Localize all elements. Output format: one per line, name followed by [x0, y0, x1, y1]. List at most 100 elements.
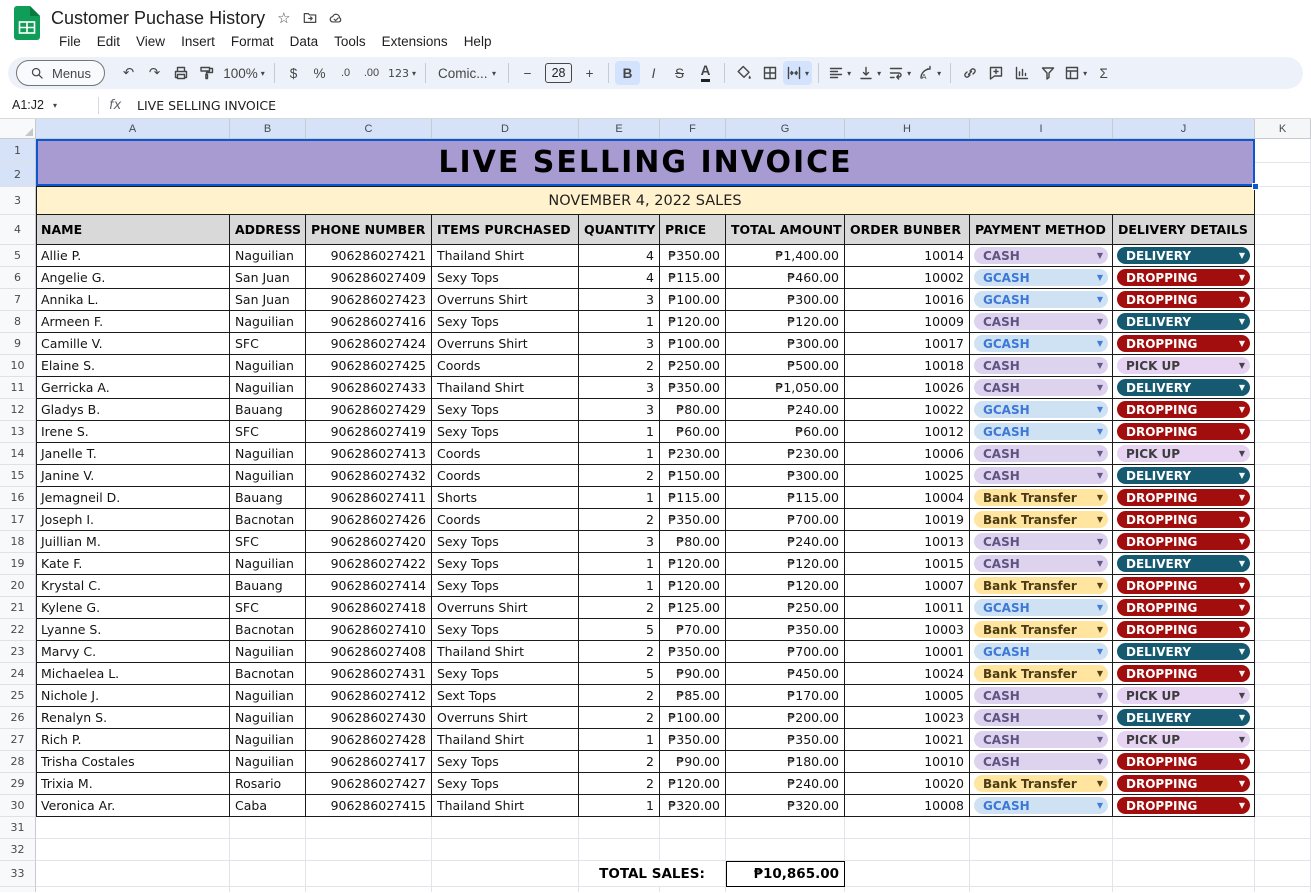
cell-B32[interactable] — [230, 839, 306, 861]
cell-C32[interactable] — [306, 839, 432, 861]
delivery-chip[interactable]: DELIVERY ▼ — [1117, 313, 1250, 330]
cell-total-amount[interactable]: ₱170.00 — [726, 685, 845, 707]
number-format-button[interactable]: 123 ▾ — [385, 61, 419, 85]
cell-total-amount[interactable]: ₱320.00 — [726, 795, 845, 817]
cell-name[interactable]: Camille V. — [36, 333, 230, 355]
menu-format[interactable]: Format — [223, 32, 282, 51]
cell-address[interactable]: Bauang — [230, 575, 306, 597]
cell-order-number[interactable]: 10011 — [845, 597, 970, 619]
menu-edit[interactable]: Edit — [89, 32, 128, 51]
cell-address[interactable]: Naguilian — [230, 465, 306, 487]
cell-price[interactable]: ₱60.00 — [660, 421, 726, 443]
delivery-chip[interactable]: DROPPING ▼ — [1117, 489, 1250, 506]
delivery-chip[interactable]: DROPPING ▼ — [1117, 291, 1250, 308]
cell-address[interactable]: Naguilian — [230, 245, 306, 267]
cell-quantity[interactable]: 1 — [579, 553, 660, 575]
cell-total-amount[interactable]: ₱300.00 — [726, 289, 845, 311]
cell-order-number[interactable]: 10013 — [845, 531, 970, 553]
payment-chip[interactable]: CASH ▼ — [974, 445, 1108, 462]
cell-price[interactable]: ₱150.00 — [660, 465, 726, 487]
paint-format-button[interactable] — [194, 61, 219, 85]
row-header-18[interactable]: 18 — [0, 531, 36, 553]
zoom-select[interactable]: 100% ▾ — [220, 61, 268, 85]
cell-K6[interactable] — [1255, 267, 1311, 289]
cell-name[interactable]: Lyanne S. — [36, 619, 230, 641]
row-header-20[interactable]: 20 — [0, 575, 36, 597]
cell-order-number[interactable]: 10007 — [845, 575, 970, 597]
cell-phone[interactable]: 906286027427 — [306, 773, 432, 795]
cell-A31[interactable] — [36, 817, 230, 839]
cell-item[interactable]: Sexy Tops — [432, 553, 579, 575]
cell-H34[interactable] — [845, 887, 970, 892]
cell-item[interactable]: Overruns Shirt — [432, 597, 579, 619]
cell-K18[interactable] — [1255, 531, 1311, 553]
cell-phone[interactable]: 906286027410 — [306, 619, 432, 641]
row-header-30[interactable]: 30 — [0, 795, 36, 817]
cell-order-number[interactable]: 10012 — [845, 421, 970, 443]
payment-chip[interactable]: CASH ▼ — [974, 357, 1108, 374]
cell-name[interactable]: Juillian M. — [36, 531, 230, 553]
cell-order-number[interactable]: 10005 — [845, 685, 970, 707]
cell-order-number[interactable]: 10021 — [845, 729, 970, 751]
cell-name[interactable]: Marvy C. — [36, 641, 230, 663]
cell-phone[interactable]: 906286027419 — [306, 421, 432, 443]
cell-name[interactable]: Janine V. — [36, 465, 230, 487]
cell-total-amount[interactable]: ₱120.00 — [726, 575, 845, 597]
functions-button[interactable]: Σ — [1091, 61, 1116, 85]
cell-quantity[interactable]: 2 — [579, 707, 660, 729]
header-cell-items-purchased[interactable]: ITEMS PURCHASED — [432, 215, 579, 245]
menu-extensions[interactable]: Extensions — [374, 32, 456, 51]
row-header-25[interactable]: 25 — [0, 685, 36, 707]
row-header-27[interactable]: 27 — [0, 729, 36, 751]
header-cell-price[interactable]: PRICE — [660, 215, 726, 245]
cell-quantity[interactable]: 1 — [579, 487, 660, 509]
cell-total-amount[interactable]: ₱700.00 — [726, 509, 845, 531]
cell-I32[interactable] — [970, 839, 1113, 861]
delivery-chip[interactable]: DROPPING ▼ — [1117, 753, 1250, 770]
cell-item[interactable]: Sexy Tops — [432, 773, 579, 795]
delivery-chip[interactable]: DROPPING ▼ — [1117, 401, 1250, 418]
cell-address[interactable]: Naguilian — [230, 553, 306, 575]
payment-chip[interactable]: CASH ▼ — [974, 379, 1108, 396]
cell-name[interactable]: Janelle T. — [36, 443, 230, 465]
cell-quantity[interactable]: 3 — [579, 377, 660, 399]
row-header-1[interactable]: 1 — [0, 139, 36, 163]
cell-K22[interactable] — [1255, 619, 1311, 641]
cell-K3[interactable] — [1255, 187, 1311, 215]
cell-item[interactable]: Coords — [432, 465, 579, 487]
cell-order-number[interactable]: 10022 — [845, 399, 970, 421]
cell-total-amount[interactable]: ₱500.00 — [726, 355, 845, 377]
cell-K25[interactable] — [1255, 685, 1311, 707]
cell-I31[interactable] — [970, 817, 1113, 839]
text-rotation-button[interactable]: A ▾ — [915, 61, 944, 85]
payment-chip[interactable]: Bank Transfer ▼ — [974, 775, 1108, 792]
table-views-button[interactable]: ▾ — [1061, 61, 1090, 85]
cell-address[interactable]: Naguilian — [230, 311, 306, 333]
cell-phone[interactable]: 906286027425 — [306, 355, 432, 377]
cell-order-number[interactable]: 10002 — [845, 267, 970, 289]
fill-color-button[interactable] — [731, 61, 756, 85]
font-select[interactable]: Comic... ▾ — [432, 61, 502, 85]
cell-I34[interactable] — [970, 887, 1113, 892]
delivery-chip[interactable]: DROPPING ▼ — [1117, 577, 1250, 594]
delivery-chip[interactable]: DELIVERY ▼ — [1117, 643, 1250, 660]
cell-total-amount[interactable]: ₱700.00 — [726, 641, 845, 663]
cell-item[interactable]: Sexy Tops — [432, 619, 579, 641]
cell-name[interactable]: Allie P. — [36, 245, 230, 267]
cell-name[interactable]: Trisha Costales — [36, 751, 230, 773]
cell-total-amount[interactable]: ₱115.00 — [726, 487, 845, 509]
cell-K1[interactable] — [1255, 139, 1311, 163]
delivery-chip[interactable]: DROPPING ▼ — [1117, 335, 1250, 352]
cell-total-amount[interactable]: ₱350.00 — [726, 729, 845, 751]
cell-K13[interactable] — [1255, 421, 1311, 443]
cell-address[interactable]: Bacnotan — [230, 509, 306, 531]
cell-order-number[interactable]: 10018 — [845, 355, 970, 377]
cell-address[interactable]: Caba — [230, 795, 306, 817]
payment-chip[interactable]: GCASH ▼ — [974, 599, 1108, 616]
row-header-23[interactable]: 23 — [0, 641, 36, 663]
menu-file[interactable]: File — [51, 32, 89, 51]
increase-decimal-button[interactable]: .00 — [359, 61, 384, 85]
cell-K10[interactable] — [1255, 355, 1311, 377]
cell-item[interactable]: Sexy Tops — [432, 421, 579, 443]
payment-chip[interactable]: GCASH ▼ — [974, 401, 1108, 418]
